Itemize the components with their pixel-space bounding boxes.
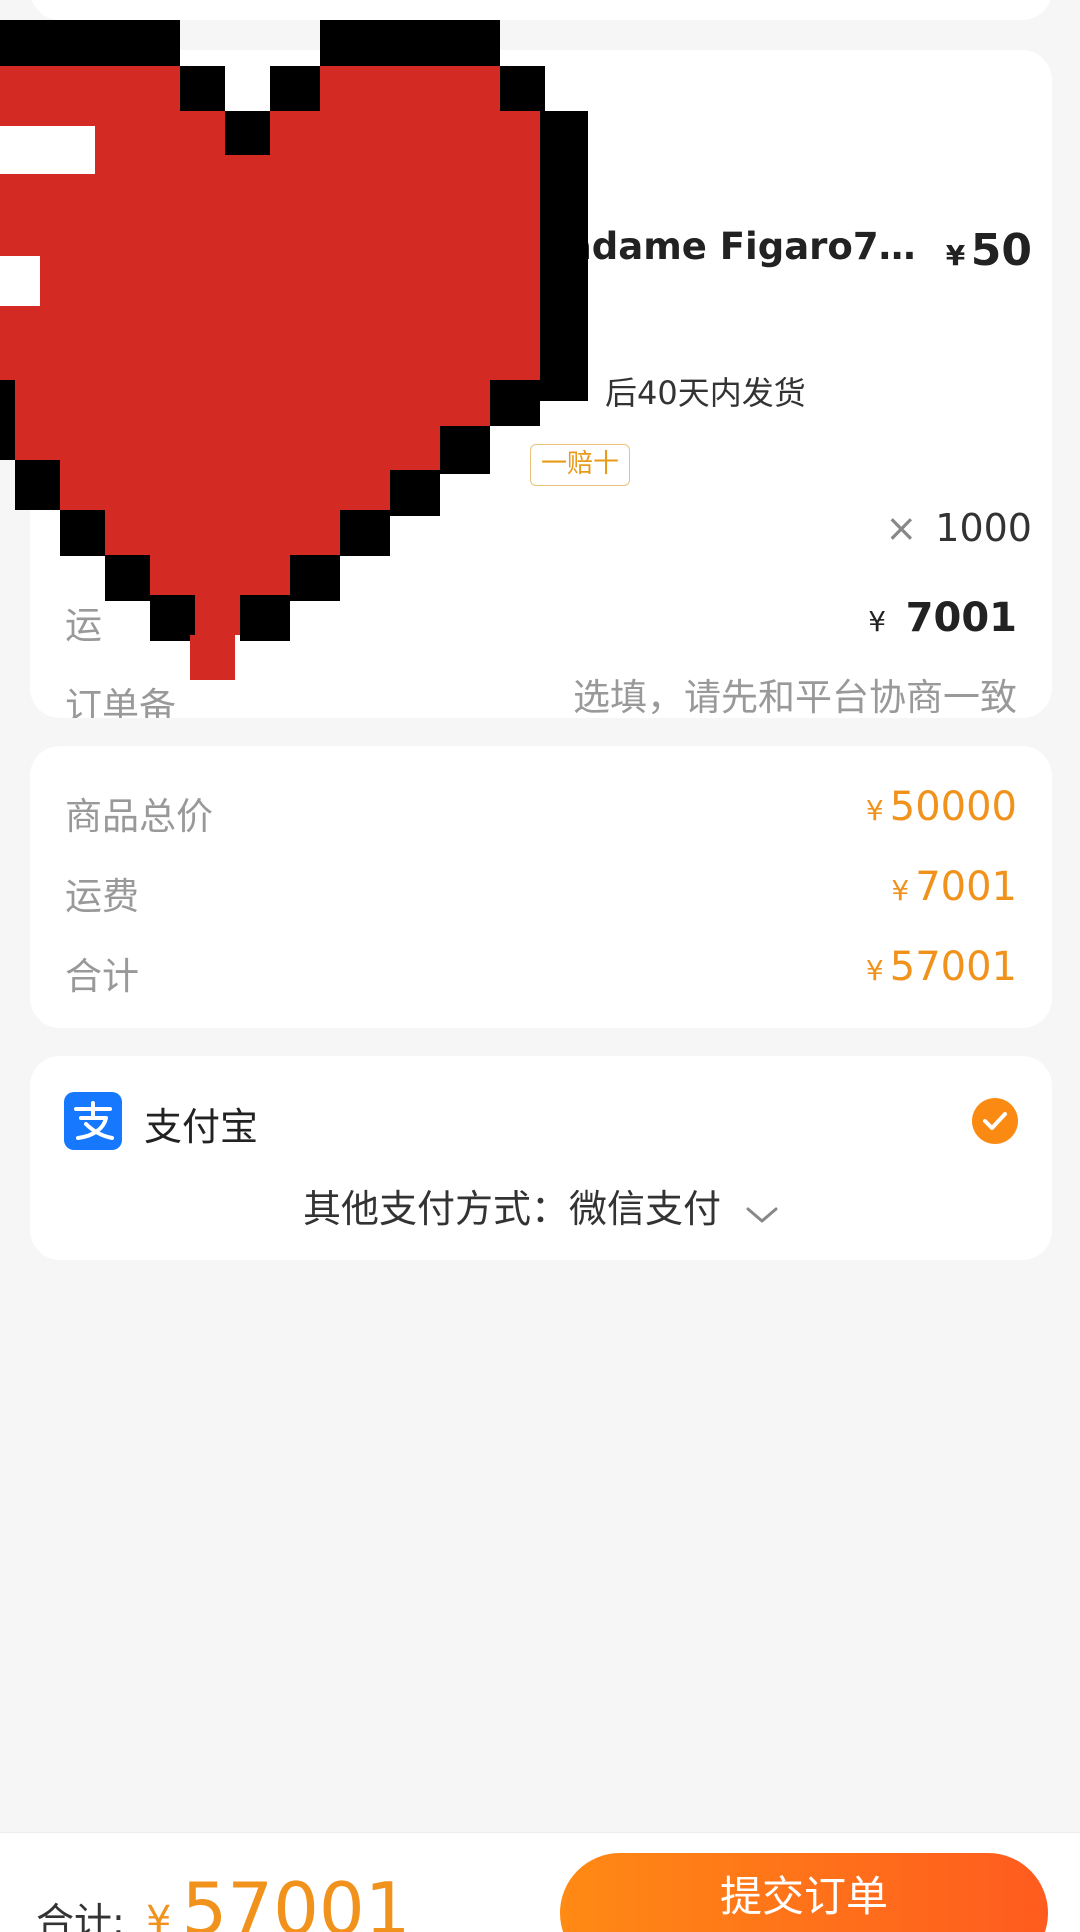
freight-amount: 7001 bbox=[905, 595, 1017, 641]
summary-row-freight: 运费 ¥7001 bbox=[65, 860, 1017, 920]
product-price: ¥ 50 bbox=[946, 225, 1032, 276]
shipping-note: 后40天内发货 bbox=[605, 374, 806, 412]
summary-amount: 57001 bbox=[889, 944, 1017, 990]
submit-order-button[interactable]: 提交订单 bbox=[560, 1853, 1048, 1932]
price-summary-card: 商品总价 ¥50000 运费 ¥7001 合计 ¥57001 bbox=[30, 746, 1052, 1028]
summary-label: 商品总价 bbox=[65, 795, 213, 838]
pixel-heart-sticker bbox=[0, 20, 588, 680]
alipay-label[interactable]: 支付宝 bbox=[144, 1096, 258, 1151]
quantity-value: 1000 bbox=[935, 506, 1032, 550]
summary-label: 运费 bbox=[65, 875, 139, 918]
summary-value: ¥57001 bbox=[866, 944, 1017, 990]
freight-currency: ¥ bbox=[868, 605, 887, 638]
summary-value: ¥50000 bbox=[866, 784, 1017, 830]
quantity: × 1000 bbox=[885, 506, 1032, 550]
summary-amount: 50000 bbox=[889, 784, 1017, 830]
price-currency: ¥ bbox=[945, 239, 966, 272]
total-label: 合计: bbox=[36, 1900, 125, 1932]
chevron-down-icon[interactable] bbox=[745, 1190, 779, 1234]
total-currency: ¥ bbox=[146, 1898, 172, 1932]
freight-value: ¥ 7001 bbox=[868, 595, 1017, 641]
summary-value: ¥7001 bbox=[891, 864, 1017, 910]
alipay-logo-icon[interactable] bbox=[64, 1092, 122, 1150]
summary-currency: ¥ bbox=[891, 874, 910, 907]
bottom-bar: 合计: ¥57001 提交订单 bbox=[0, 1832, 1080, 1932]
other-payment-label[interactable]: 其他支付方式：微信支付 bbox=[303, 1187, 721, 1231]
total-amount: 57001 bbox=[181, 1867, 411, 1932]
total-value: ¥57001 bbox=[146, 1867, 411, 1932]
previous-card bbox=[30, 0, 1052, 20]
other-payment-selector[interactable]: 其他支付方式：微信支付 bbox=[30, 1178, 1052, 1234]
payment-card: 支付宝 其他支付方式：微信支付 bbox=[30, 1056, 1052, 1260]
summary-amount: 7001 bbox=[915, 864, 1017, 910]
check-circle-icon[interactable] bbox=[972, 1098, 1018, 1144]
summary-currency: ¥ bbox=[865, 794, 884, 827]
summary-currency: ¥ bbox=[865, 954, 884, 987]
price-value: 50 bbox=[970, 225, 1032, 276]
summary-row-total: 合计 ¥57001 bbox=[65, 940, 1017, 1000]
summary-row-goods: 商品总价 ¥50000 bbox=[65, 780, 1017, 840]
times-symbol: × bbox=[885, 506, 918, 550]
summary-label: 合计 bbox=[65, 955, 139, 998]
